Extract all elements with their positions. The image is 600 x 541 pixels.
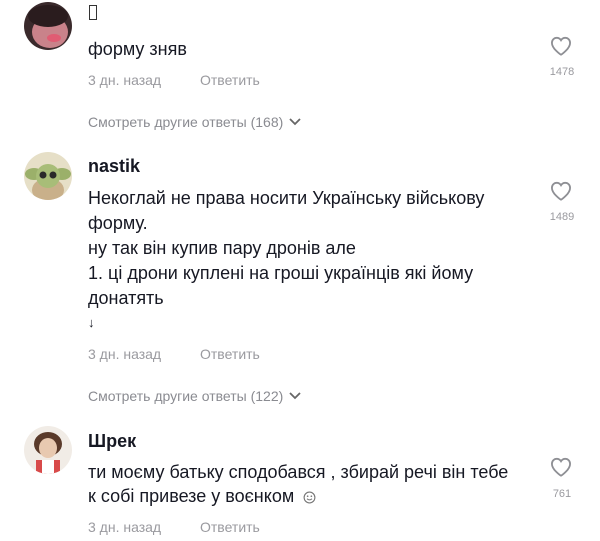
like-count: 1478	[549, 66, 575, 78]
view-more-replies-label: Смотреть другие ответы (168)	[88, 114, 284, 130]
reply-button[interactable]: Ответить	[200, 519, 260, 535]
avatar[interactable]	[24, 152, 72, 200]
comment-username[interactable]: nastik	[88, 156, 140, 177]
like-button[interactable]	[550, 457, 572, 477]
reply-button[interactable]: Ответить	[200, 72, 260, 88]
comment-text: к собі привезе у воєнком	[88, 485, 316, 507]
like-button[interactable]	[550, 181, 572, 201]
down-arrow-icon: ↓	[88, 315, 95, 330]
heart-outline-icon	[550, 36, 572, 56]
like-button[interactable]	[550, 36, 572, 56]
avatar[interactable]	[24, 426, 72, 474]
view-more-replies-button[interactable]: Смотреть другие ответы (122)	[88, 388, 301, 404]
chevron-down-icon	[289, 392, 301, 400]
comments-screen: форму зняв 3 дн. назад Ответить 1478 Смо…	[0, 0, 600, 541]
reply-button[interactable]: Ответить	[200, 346, 260, 362]
comment-text: ти моєму батьку сподобався , збирай речі…	[88, 462, 509, 482]
comment-text: форму зняв	[88, 39, 187, 59]
comment-text: ну так він купив пару дронів але	[88, 238, 356, 258]
comment-text-fragment: к собі привезе у воєнком	[88, 486, 295, 506]
view-more-replies-label: Смотреть другие ответы (122)	[88, 388, 284, 404]
heart-outline-icon	[550, 457, 572, 477]
view-more-replies-button[interactable]: Смотреть другие ответы (168)	[88, 114, 301, 130]
avatar[interactable]	[24, 2, 72, 50]
comment-username[interactable]: Шрек	[88, 431, 136, 452]
comment-text: донатять	[88, 288, 164, 308]
username-glyph	[89, 5, 97, 20]
comment-text: 1. ці дрони куплені на гроші українців я…	[88, 263, 474, 283]
comment-text: Некоглай не права носити Українську війс…	[88, 188, 485, 208]
like-count: 1489	[549, 211, 575, 223]
comment-text: форму.	[88, 213, 148, 233]
comment-time: 3 дн. назад	[88, 519, 162, 535]
heart-outline-icon	[550, 181, 572, 201]
smiley-icon	[303, 491, 316, 504]
chevron-down-icon	[289, 118, 301, 126]
like-count: 761	[552, 488, 572, 500]
comment-time: 3 дн. назад	[88, 72, 162, 88]
comment-time: 3 дн. назад	[88, 346, 162, 362]
